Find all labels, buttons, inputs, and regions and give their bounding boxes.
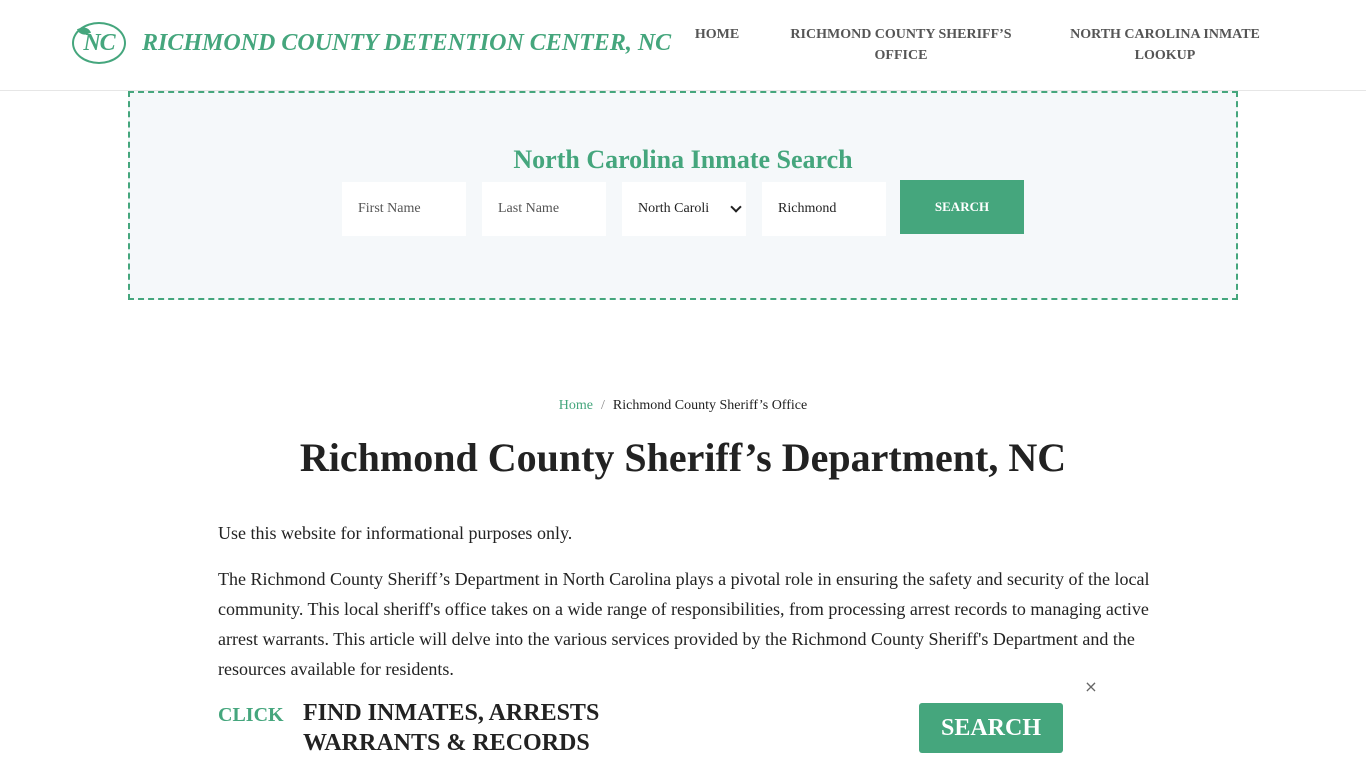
search-title: North Carolina Inmate Search	[513, 145, 853, 174]
banner-text: FIND INMATES, ARRESTS WARRANTS & RECORDS	[303, 698, 599, 758]
banner-line2: WARRANTS & RECORDS	[303, 730, 590, 756]
main-nav: HOME RICHMOND COUNTY SHERIFF’S OFFICE NO…	[0, 24, 1366, 74]
intro-paragraph: The Richmond County Sheriff’s Department…	[218, 569, 1150, 679]
breadcrumb-separator: /	[601, 398, 605, 413]
state-select[interactable]: North Caroli	[622, 182, 746, 236]
article-content: Use this website for informational purpo…	[218, 518, 1158, 700]
nav-home-label: HOME	[694, 27, 740, 42]
nav-lookup-label-line2: LOOKUP	[1134, 48, 1196, 63]
last-name-placeholder: Last Name	[498, 201, 560, 216]
last-name-input[interactable]: Last Name	[482, 182, 606, 236]
page-title: Richmond County Sheriff’s Department, NC	[299, 435, 1067, 480]
chevron-down-icon	[730, 201, 742, 213]
breadcrumb: Home / Richmond County Sheriff’s Office	[0, 398, 1366, 414]
nav-inmate-lookup[interactable]: NORTH CAROLINA INMATE LOOKUP	[1050, 24, 1280, 66]
nav-home[interactable]: HOME	[686, 24, 748, 45]
county-input[interactable]: Richmond	[762, 182, 886, 236]
breadcrumb-home-link[interactable]: Home	[559, 398, 593, 413]
nav-sheriff-label-line1: RICHMOND COUNTY SHERIFF’S	[790, 27, 1012, 42]
first-name-placeholder: First Name	[358, 201, 421, 216]
banner-click-label: CLICK	[218, 704, 284, 726]
nav-sheriff-label-line2: OFFICE	[874, 48, 928, 63]
promo-banner: × CLICK FIND INMATES, ARRESTS WARRANTS &…	[0, 678, 1366, 768]
nav-lookup-label-line1: NORTH CAROLINA INMATE	[1070, 27, 1260, 42]
banner-search-button[interactable]: SEARCH	[919, 703, 1063, 753]
close-icon[interactable]: ×	[1082, 678, 1100, 696]
banner-line1: FIND INMATES, ARRESTS	[303, 700, 600, 726]
breadcrumb-current: Richmond County Sheriff’s Office	[612, 398, 808, 413]
nav-sheriff-office[interactable]: RICHMOND COUNTY SHERIFF’S OFFICE	[776, 24, 1026, 66]
disclaimer-paragraph: Use this website for informational purpo…	[218, 523, 573, 543]
county-value: Richmond	[778, 201, 837, 216]
inmate-search-panel: North Carolina Inmate Search First Name …	[128, 91, 1238, 300]
site-header: NC RICHMOND COUNTY DETENTION CENTER, NC …	[0, 0, 1366, 91]
search-button[interactable]: SEARCH	[900, 180, 1024, 234]
first-name-input[interactable]: First Name	[342, 182, 466, 236]
state-selected-value: North Caroli	[638, 201, 710, 216]
